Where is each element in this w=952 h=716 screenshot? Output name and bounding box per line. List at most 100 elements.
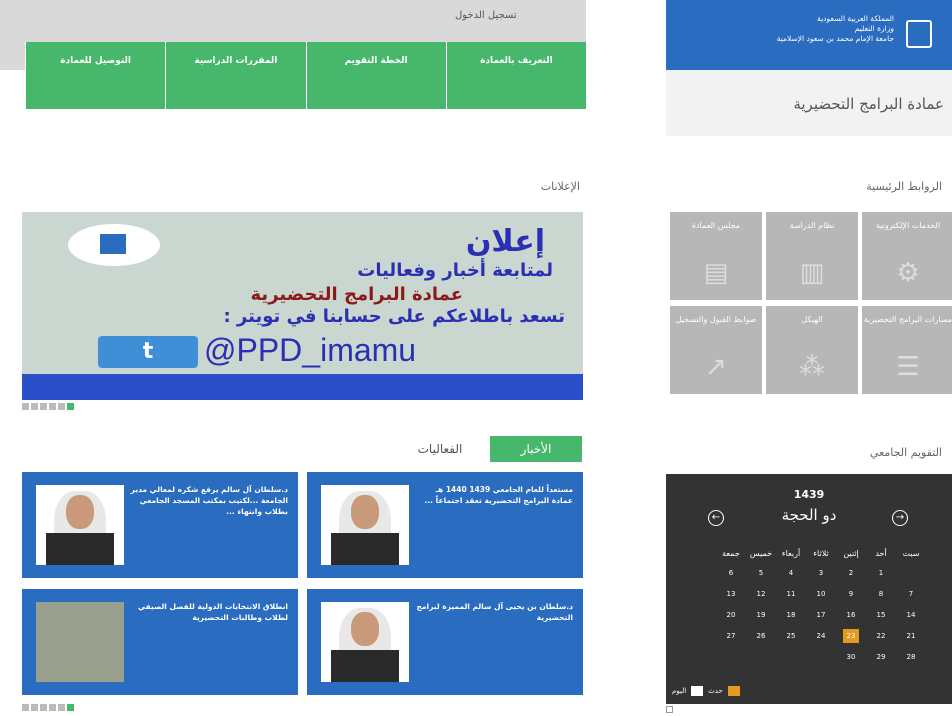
day-number: 26 <box>756 631 766 640</box>
calendar-day <box>716 646 746 667</box>
deanship-name: عمادة البرامج التحضيرية <box>793 95 944 113</box>
nav-about[interactable]: التعريف بالعمادة <box>445 42 586 109</box>
news-card[interactable]: انطلاق الانتخابات الدولية للفصل الصيفي ل… <box>22 589 298 695</box>
weekday-header: جمعة <box>722 548 740 558</box>
calendar-pager-dot[interactable] <box>666 706 673 713</box>
weekday-header: إثنين <box>843 548 859 558</box>
tile-council[interactable]: مجلس العمادة ▤ <box>670 212 762 300</box>
day-number: 10 <box>816 589 826 598</box>
list-icon: ☰ <box>896 352 920 382</box>
day-number: 22 <box>876 631 886 640</box>
day-number: 23 <box>842 628 860 643</box>
calendar-day[interactable]: 9 <box>836 583 866 604</box>
calendar-day[interactable]: 15 <box>866 604 896 625</box>
document-icon: ▤ <box>703 258 729 288</box>
banner-title: إعلان <box>465 224 545 259</box>
day-number: 20 <box>726 610 736 619</box>
news-card[interactable]: مستعداً للعام الجامعي 1439 1440 هـ عمادة… <box>307 472 583 578</box>
nav-plan[interactable]: الخطة التقويم <box>305 42 446 109</box>
legend-today-label: اليوم <box>672 687 687 695</box>
calendar-day[interactable]: 19 <box>746 604 776 625</box>
day-number: 19 <box>756 610 766 619</box>
org-chart-icon: ⁂ <box>799 352 825 382</box>
weekday-header: خميس <box>749 548 773 558</box>
calendar-day[interactable]: 7 <box>896 583 926 604</box>
calendar-day[interactable]: 4 <box>776 562 806 583</box>
calendar-day[interactable]: 28 <box>896 646 926 667</box>
tile-admission[interactable]: ضوابط القبول والتسجيل ↗ <box>670 306 762 394</box>
calendar-day[interactable]: 23 <box>836 625 866 646</box>
calendar-day[interactable]: 18 <box>776 604 806 625</box>
logo-header[interactable]: المملكة العربية السعودية وزارة التعليم ج… <box>666 0 952 70</box>
calendar-day[interactable]: 1 <box>866 562 896 583</box>
pager-dot[interactable] <box>31 704 38 711</box>
nav-contact[interactable]: التوصيل للعمادة <box>25 42 166 109</box>
tab-news[interactable]: الأخبار <box>490 436 582 462</box>
calendar-day[interactable]: 26 <box>746 625 776 646</box>
next-month-icon[interactable]: → <box>892 510 908 526</box>
calendar-day[interactable]: 30 <box>836 646 866 667</box>
calendar-day[interactable]: 29 <box>866 646 896 667</box>
calendar-day <box>806 646 836 667</box>
calendar-day[interactable]: 13 <box>716 583 746 604</box>
prev-month-icon[interactable]: ← <box>708 510 724 526</box>
calendar-day[interactable]: 3 <box>806 562 836 583</box>
calendar-day[interactable]: 8 <box>866 583 896 604</box>
day-number: 11 <box>786 589 796 598</box>
announcements-heading: الإعلانات <box>540 180 580 193</box>
announcement-banner[interactable]: إعلان لمتابعة أخبار وفعاليات عمادة البرا… <box>22 212 583 400</box>
pager-dot[interactable] <box>40 704 47 711</box>
tab-events[interactable]: الفعاليات <box>400 436 480 462</box>
calendar-day[interactable]: 6 <box>716 562 746 583</box>
deanship-logo <box>68 224 160 266</box>
calendar-day <box>776 646 806 667</box>
news-title: مستعداً للعام الجامعي 1439 1440 هـ عمادة… <box>424 485 573 505</box>
news-card[interactable]: د.سلطان آل سالم يرفع شكره لمعالي مدير ال… <box>22 472 298 578</box>
pager-dot[interactable] <box>58 704 65 711</box>
calendar-day[interactable]: 24 <box>806 625 836 646</box>
pager-dot-active[interactable] <box>67 403 74 410</box>
pager-dot-active[interactable] <box>67 704 74 711</box>
login-link[interactable]: تسجيل الدخول <box>455 10 517 21</box>
day-number: 4 <box>788 568 794 577</box>
calendar-day[interactable]: 10 <box>806 583 836 604</box>
deanship-title-bar: عمادة البرامج التحضيرية <box>666 70 952 136</box>
pager-dot[interactable] <box>58 403 65 410</box>
calendar-day[interactable]: 25 <box>776 625 806 646</box>
pager-dot[interactable] <box>22 403 29 410</box>
tile-study-system[interactable]: نظام الدراسة ▥ <box>766 212 858 300</box>
calendar-day[interactable]: 27 <box>716 625 746 646</box>
calendar-day[interactable]: 16 <box>836 604 866 625</box>
news-card[interactable]: د.سلطان بن يحيى آل سالم المميزة لبرامج ا… <box>307 589 583 695</box>
calendar-day[interactable]: 14 <box>896 604 926 625</box>
pager-dot[interactable] <box>31 403 38 410</box>
pager-dot[interactable] <box>49 704 56 711</box>
weekday-header: ثلاثاء <box>813 548 829 558</box>
calendar-day[interactable]: 22 <box>866 625 896 646</box>
pager-dot[interactable] <box>40 403 47 410</box>
pager-dot[interactable] <box>49 403 56 410</box>
day-number: 7 <box>908 589 914 598</box>
news-title: د.سلطان آل سالم يرفع شكره لمعالي مدير ال… <box>130 485 288 516</box>
banner-stripe <box>22 374 583 400</box>
news-photo <box>36 602 124 682</box>
tile-structure[interactable]: الهيكل ⁂ <box>766 306 858 394</box>
institution-text: المملكة العربية السعودية وزارة التعليم ج… <box>776 14 894 43</box>
calendar-day[interactable]: 2 <box>836 562 866 583</box>
day-number: 21 <box>906 631 916 640</box>
calendar-day[interactable]: 17 <box>806 604 836 625</box>
calendar-day[interactable]: 11 <box>776 583 806 604</box>
tile-program-tracks[interactable]: مسارات البرامج التحضيرية ☰ <box>862 306 952 394</box>
day-number: 16 <box>846 610 856 619</box>
day-number: 6 <box>728 568 734 577</box>
pager-dot[interactable] <box>22 704 29 711</box>
day-number: 24 <box>816 631 826 640</box>
calendar-day[interactable]: 21 <box>896 625 926 646</box>
nav-courses[interactable]: المقررات الدراسية <box>165 42 306 109</box>
weekday-header: سبت <box>902 548 920 558</box>
calendar-day[interactable]: 5 <box>746 562 776 583</box>
legend-today-swatch <box>691 686 704 696</box>
calendar-day[interactable]: 20 <box>716 604 746 625</box>
calendar-day[interactable]: 12 <box>746 583 776 604</box>
tile-e-services[interactable]: الخدمات الإلكترونية ⚙ <box>862 212 952 300</box>
